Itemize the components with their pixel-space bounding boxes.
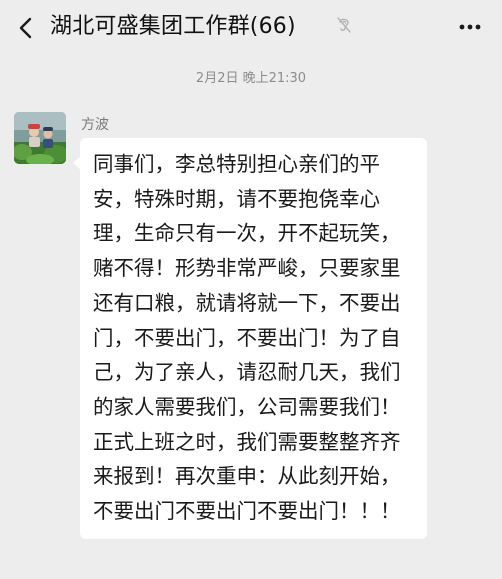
message-timestamp: 2月2日 晚上21:30 <box>195 71 307 86</box>
more-dots-icon <box>459 24 481 30</box>
sender-avatar[interactable] <box>14 112 66 164</box>
more-options-button[interactable] <box>452 12 488 42</box>
sender-name: 方波 <box>81 117 109 133</box>
chat-title: 湖北可盛集团工作群(66) <box>50 14 296 39</box>
message-text: 同事们，李总特别担心亲们的平安，特殊时期，请不要抱侥幸心理，生命只有一次，开不起… <box>93 152 401 524</box>
chevron-left-icon <box>19 17 32 39</box>
chat-header: 湖北可盛集团工作群(66) <box>0 0 502 56</box>
avatar-image <box>14 112 66 164</box>
back-button[interactable] <box>10 10 46 46</box>
message-bubble[interactable]: 同事们，李总特别担心亲们的平安，特殊时期，请不要抱侥幸心理，生命只有一次，开不起… <box>80 138 427 539</box>
ear-muted-icon <box>337 17 351 33</box>
